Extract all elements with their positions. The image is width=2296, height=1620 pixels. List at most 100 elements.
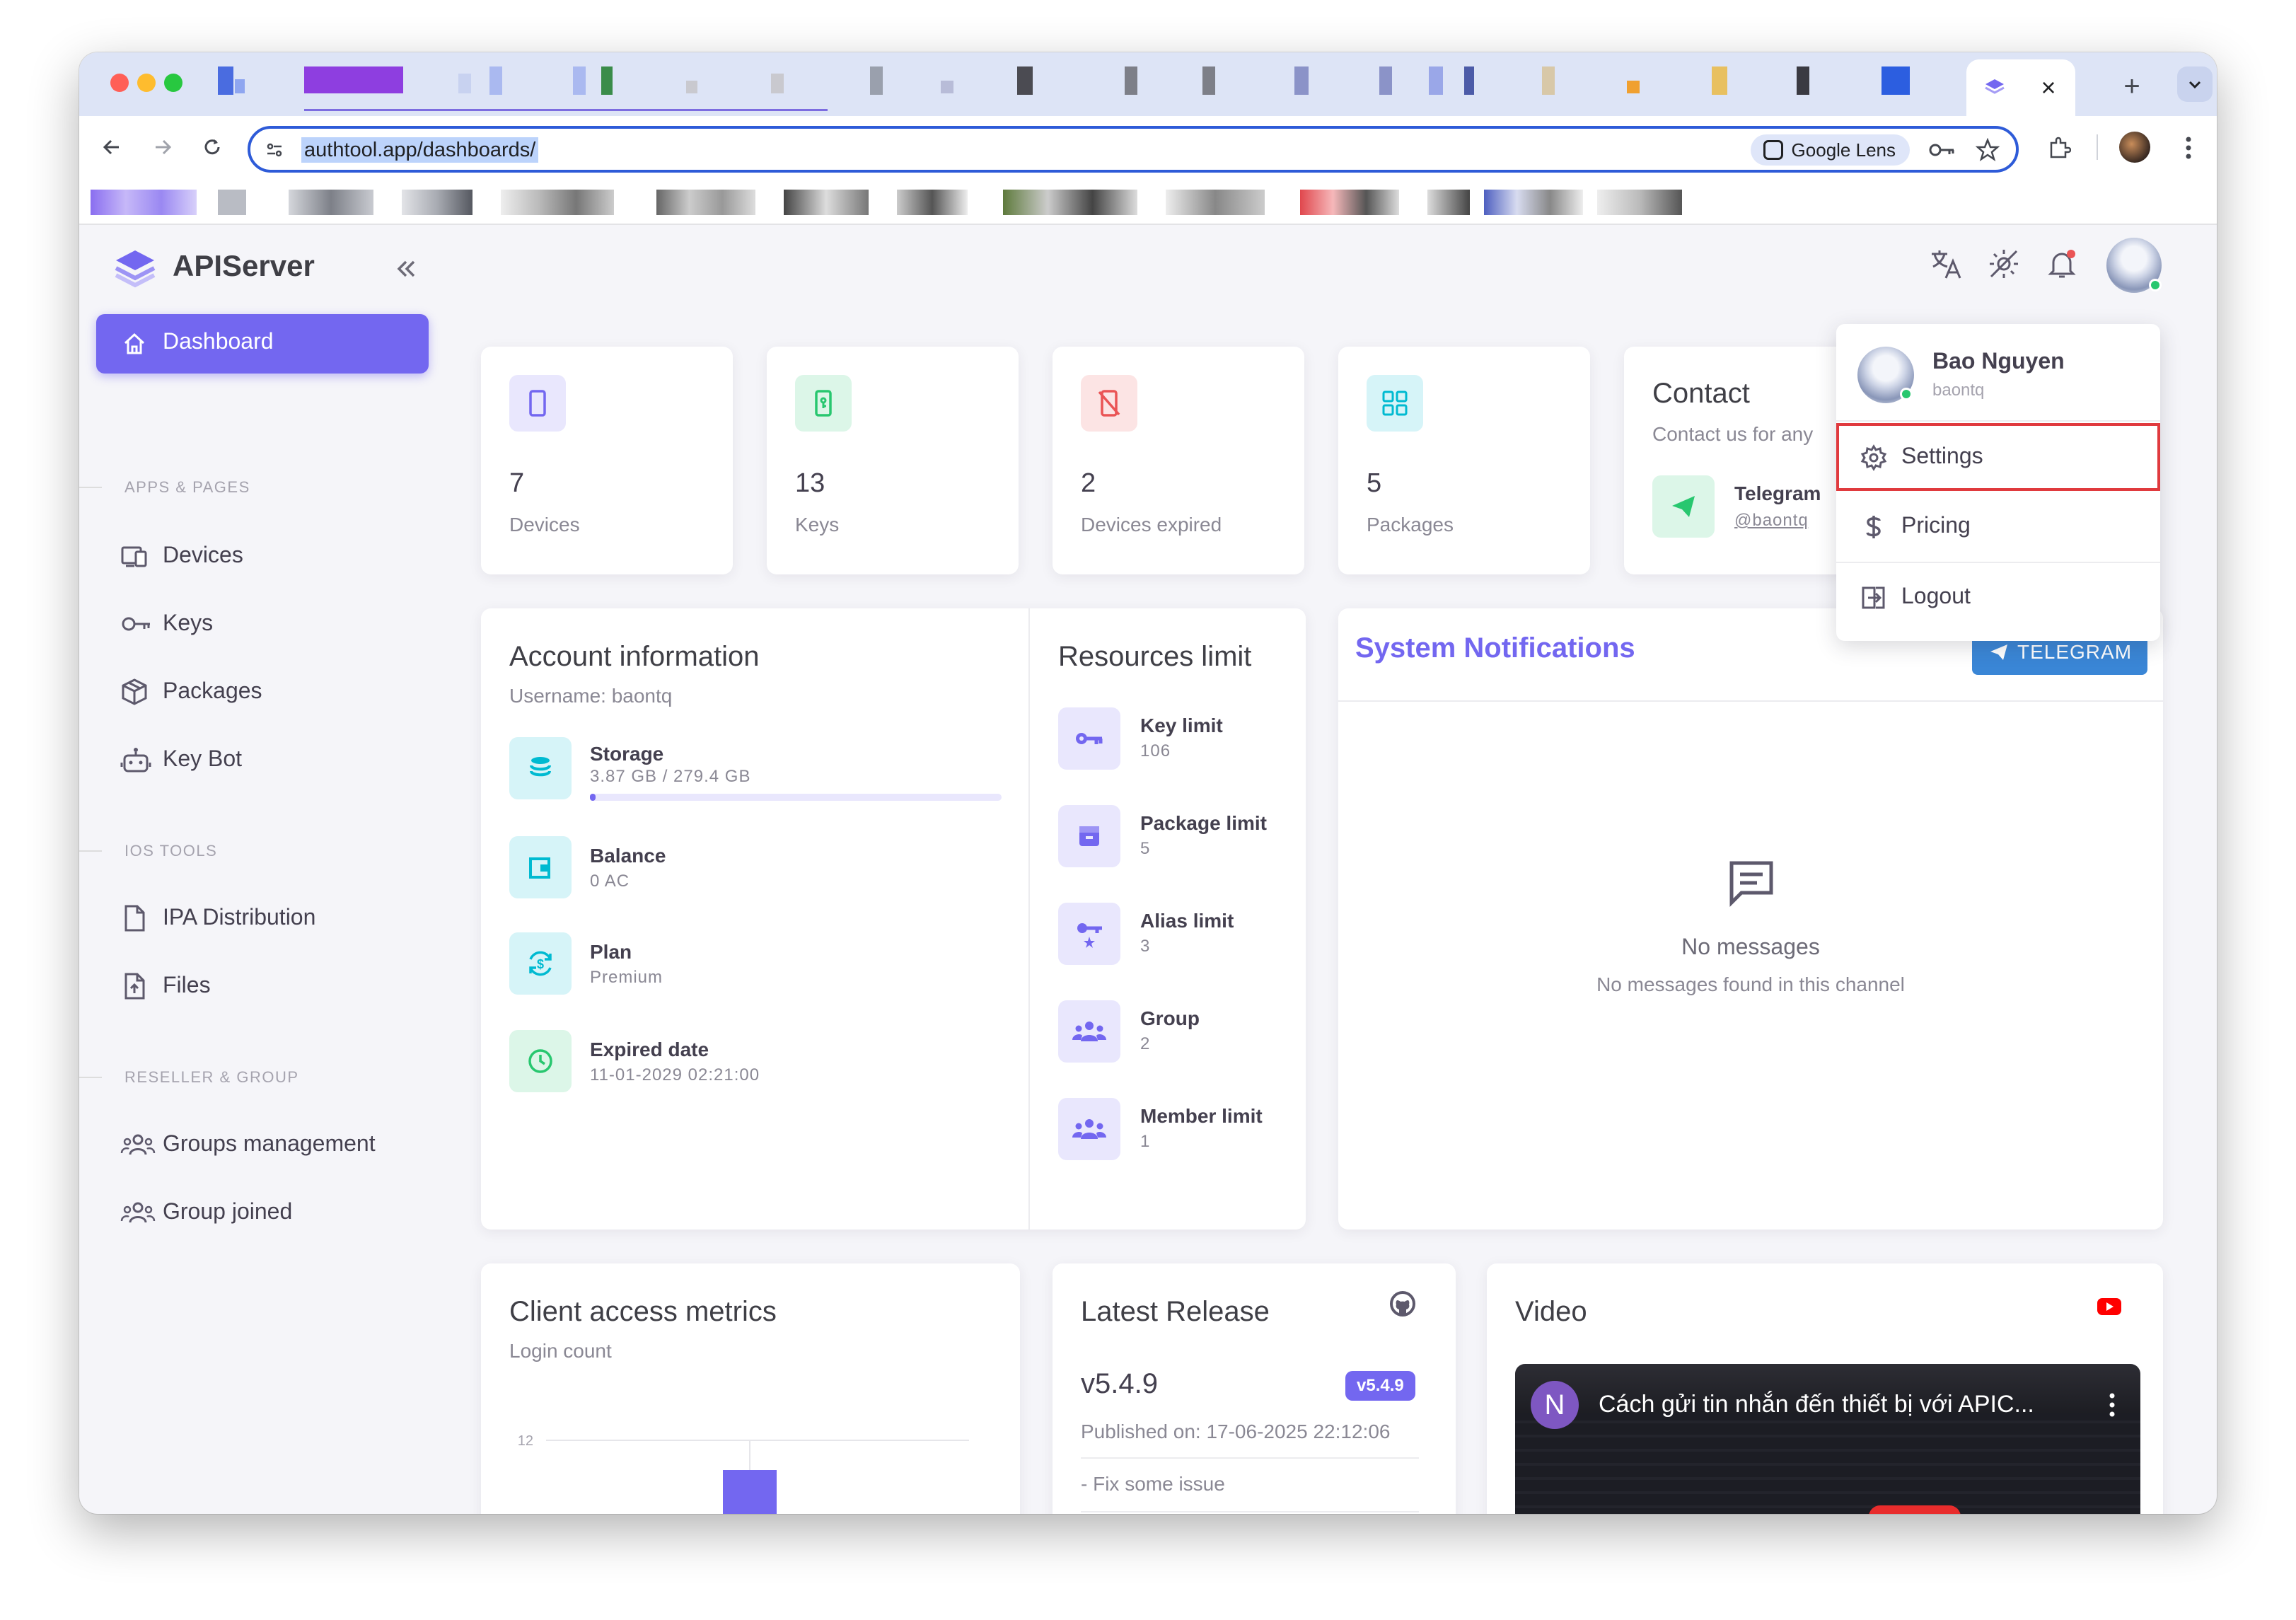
sidebar-item-files[interactable]: Files bbox=[96, 961, 429, 1010]
bookmark-item[interactable] bbox=[897, 190, 968, 215]
tab-favicon[interactable] bbox=[1542, 66, 1555, 95]
robot-icon bbox=[120, 746, 151, 774]
github-icon[interactable] bbox=[1388, 1289, 1417, 1319]
tab-favicon[interactable] bbox=[1429, 66, 1443, 95]
bookmark-item[interactable] bbox=[402, 190, 472, 215]
zoom-window-button[interactable] bbox=[164, 74, 182, 92]
active-tab[interactable]: × bbox=[1966, 59, 2075, 116]
sidebar-item-group-joined[interactable]: Group joined bbox=[96, 1187, 429, 1237]
tab-favicon[interactable] bbox=[686, 81, 697, 93]
stat-card-keys[interactable]: 13 Keys bbox=[767, 347, 1019, 574]
address-bar[interactable]: authtool.app/dashboards/ Google Lens bbox=[248, 126, 2019, 173]
password-key-icon[interactable] bbox=[1927, 136, 1958, 164]
tab-favicon[interactable] bbox=[1379, 66, 1392, 95]
tab-search-button[interactable] bbox=[2177, 66, 2213, 102]
minimize-window-button[interactable] bbox=[137, 74, 156, 92]
youtube-icon[interactable] bbox=[2095, 1296, 2123, 1317]
user-avatar[interactable] bbox=[2106, 238, 2162, 293]
new-tab-button[interactable]: + bbox=[2116, 71, 2147, 102]
collapse-sidebar-icon[interactable] bbox=[390, 253, 422, 284]
menu-item-logout[interactable]: Logout bbox=[1836, 563, 2160, 631]
bookmark-item[interactable] bbox=[1597, 190, 1682, 215]
stat-label: Devices expired bbox=[1081, 514, 1222, 536]
reload-icon[interactable] bbox=[195, 130, 229, 164]
tab-favicon[interactable] bbox=[573, 66, 586, 95]
menu-item-settings[interactable]: Settings bbox=[1836, 423, 2160, 491]
bookmark-item[interactable] bbox=[656, 190, 755, 215]
sidebar-item-packages[interactable]: Packages bbox=[96, 666, 429, 716]
chart-bar[interactable] bbox=[723, 1470, 777, 1514]
sidebar-item-groups-management[interactable]: Groups management bbox=[96, 1119, 429, 1169]
close-window-button[interactable] bbox=[110, 74, 129, 92]
tab-favicon[interactable] bbox=[1712, 66, 1727, 95]
tab-favicon[interactable] bbox=[489, 66, 502, 95]
sidebar-item-keys[interactable]: Keys bbox=[96, 598, 429, 648]
bookmark-item[interactable] bbox=[289, 190, 373, 215]
forward-arrow-icon[interactable] bbox=[146, 130, 180, 164]
tab-favicon[interactable] bbox=[1797, 66, 1809, 95]
tab-favicon[interactable] bbox=[458, 74, 471, 93]
sidebar-item-ipa-distribution[interactable]: IPA Distribution bbox=[96, 893, 429, 942]
contact-handle-link[interactable]: @baontq bbox=[1734, 511, 1809, 531]
back-arrow-icon[interactable] bbox=[95, 130, 129, 164]
bookmark-item[interactable] bbox=[218, 190, 246, 215]
tab-favicon[interactable] bbox=[870, 66, 883, 95]
stat-card-devices[interactable]: 7 Devices bbox=[481, 347, 733, 574]
tab-favicon[interactable] bbox=[304, 66, 403, 93]
tab-favicon[interactable] bbox=[1202, 66, 1215, 95]
stat-card-packages[interactable]: 5 Packages bbox=[1338, 347, 1590, 574]
video-more-icon[interactable] bbox=[2105, 1389, 2119, 1421]
menu-item-pricing[interactable]: Pricing bbox=[1836, 492, 2160, 560]
theme-toggle-icon[interactable] bbox=[1986, 246, 2022, 282]
tab-favicon[interactable] bbox=[1294, 66, 1309, 95]
url-text[interactable]: authtool.app/dashboards/ bbox=[301, 137, 539, 163]
package-icon bbox=[120, 678, 149, 706]
tab-favicon[interactable] bbox=[941, 81, 953, 93]
tab-favicon[interactable] bbox=[218, 66, 233, 95]
bookmark-star-icon[interactable] bbox=[1972, 134, 2003, 166]
bookmark-item[interactable] bbox=[1484, 190, 1583, 215]
bookmark-item[interactable] bbox=[501, 190, 614, 215]
bookmark-item[interactable] bbox=[1300, 190, 1399, 215]
channel-avatar[interactable]: N bbox=[1531, 1381, 1579, 1429]
grid-icon bbox=[1367, 375, 1423, 432]
bookmark-item[interactable] bbox=[1003, 190, 1137, 215]
sidebar-item-key-bot[interactable]: Key Bot bbox=[96, 734, 429, 784]
sidebar-item-devices[interactable]: Devices bbox=[96, 531, 429, 580]
bell-icon[interactable] bbox=[2044, 246, 2080, 282]
sidebar-item-label: Key Bot bbox=[163, 746, 243, 771]
tab-favicon[interactable] bbox=[1125, 66, 1137, 95]
tab-favicon[interactable] bbox=[601, 66, 613, 95]
home-icon bbox=[120, 330, 149, 358]
translate-icon[interactable] bbox=[1928, 246, 1964, 282]
bookmark-item[interactable] bbox=[91, 190, 197, 215]
bookmark-item[interactable] bbox=[1427, 190, 1470, 215]
google-lens-button[interactable]: Google Lens bbox=[1750, 134, 1910, 166]
row-value: 3.87 GB / 279.4 GB bbox=[590, 767, 751, 786]
tab-favicon[interactable] bbox=[1882, 66, 1910, 95]
tab-favicon[interactable] bbox=[1464, 66, 1474, 95]
card-divider bbox=[1081, 1457, 1419, 1459]
telegram-send-icon[interactable] bbox=[1652, 475, 1715, 538]
stat-card-devices-expired[interactable]: 2 Devices expired bbox=[1053, 347, 1304, 574]
card-divider bbox=[1028, 608, 1030, 1230]
bookmark-item[interactable] bbox=[784, 190, 869, 215]
sidebar-item-dashboard[interactable]: Dashboard bbox=[96, 314, 429, 374]
tab-close-icon[interactable]: × bbox=[2033, 72, 2064, 103]
video-thumbnail[interactable]: N Cách gửi tin nhắn đến thiết bị với API… bbox=[1515, 1364, 2140, 1514]
extensions-icon[interactable] bbox=[2041, 130, 2077, 166]
video-play-button[interactable] bbox=[1869, 1505, 1961, 1514]
bookmark-item[interactable] bbox=[1166, 190, 1265, 215]
row-value: 0 AC bbox=[590, 872, 630, 891]
tab-favicon[interactable] bbox=[1627, 81, 1640, 93]
site-settings-icon[interactable] bbox=[262, 137, 287, 163]
tab-favicon[interactable] bbox=[235, 79, 245, 93]
tab-favicon[interactable] bbox=[1017, 66, 1033, 95]
video-thumbnail-title[interactable]: Cách gửi tin nhắn đến thiết bị với APIC.… bbox=[1599, 1391, 2034, 1418]
login-count-chart: 120 bbox=[518, 1433, 969, 1514]
profile-avatar[interactable] bbox=[2119, 132, 2150, 163]
tab-favicon[interactable] bbox=[771, 74, 784, 93]
browser-menu-icon[interactable] bbox=[2174, 130, 2203, 166]
section-title: IOS TOOLS bbox=[124, 842, 218, 860]
metrics-subtitle: Login count bbox=[509, 1340, 612, 1362]
